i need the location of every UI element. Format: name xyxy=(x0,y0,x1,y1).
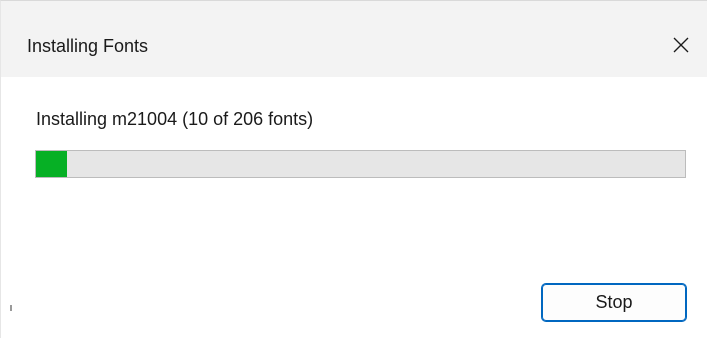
title-bar: Installing Fonts xyxy=(1,1,707,77)
close-button[interactable] xyxy=(661,25,701,65)
window-edge-mark xyxy=(10,305,12,311)
install-fonts-dialog: Installing Fonts Installing m21004 (10 o… xyxy=(0,0,707,338)
dialog-title: Installing Fonts xyxy=(27,36,149,56)
install-status-text: Installing m21004 (10 of 206 fonts) xyxy=(36,109,314,129)
install-progress-bar xyxy=(35,150,686,178)
close-icon xyxy=(673,37,689,53)
install-progress-fill xyxy=(36,151,68,177)
dialog-content: Installing m21004 (10 of 206 fonts) Stop xyxy=(1,77,707,339)
stop-button[interactable]: Stop xyxy=(541,283,687,322)
